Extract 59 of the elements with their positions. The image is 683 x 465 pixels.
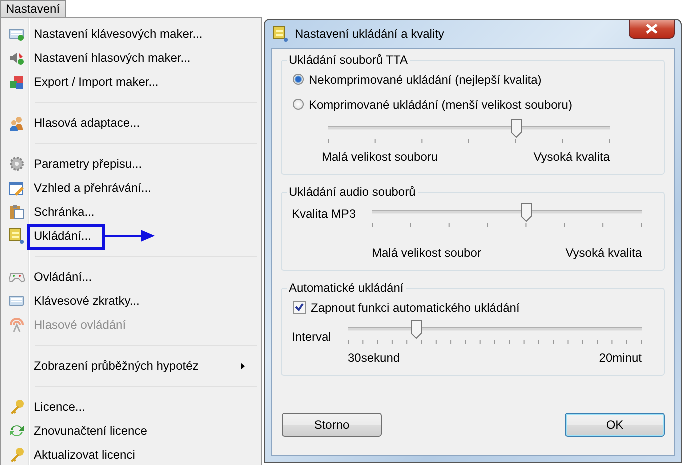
menu-button[interactable]: Nastavení bbox=[0, 0, 66, 17]
menu-item[interactable]: Ukládání... bbox=[3, 224, 259, 248]
gamepad-icon bbox=[9, 271, 25, 283]
menu-item[interactable]: Zobrazení průběžných hypotéz bbox=[3, 354, 259, 378]
group-title: Automatické ukládání bbox=[288, 281, 405, 295]
cubes-icon bbox=[9, 74, 25, 90]
keyboard-icon bbox=[9, 294, 25, 308]
keyboard-icon bbox=[9, 27, 25, 41]
menu-item[interactable]: Hlasová adaptace... bbox=[3, 111, 259, 135]
menu-item[interactable]: Ovládání... bbox=[3, 265, 259, 289]
checkbox-label: Zapnout funkci automatického ukládání bbox=[311, 300, 520, 314]
menu-item[interactable]: Nastavení klávesových maker... bbox=[3, 22, 259, 46]
save-icon bbox=[273, 26, 289, 42]
slider-thumb[interactable] bbox=[521, 203, 532, 222]
window-title: Nastavení ukládání a kvality bbox=[295, 27, 444, 41]
close-button[interactable] bbox=[629, 20, 675, 39]
slider-thumb[interactable] bbox=[511, 119, 522, 138]
key-icon bbox=[9, 399, 25, 415]
min-label: Malá velikost souboru bbox=[322, 150, 438, 164]
menu-item[interactable]: Znovunačtení licence bbox=[3, 419, 259, 443]
max-label: Vysoká kvalita bbox=[534, 150, 610, 164]
radio-button[interactable] bbox=[293, 99, 304, 110]
menu-item[interactable]: Export / Import maker... bbox=[3, 70, 259, 94]
dialog-button[interactable]: Storno bbox=[282, 413, 382, 437]
window-pencil-icon bbox=[9, 180, 25, 196]
clipboard-icon bbox=[9, 204, 25, 220]
dialog-button[interactable]: OK bbox=[565, 413, 665, 437]
checkbox[interactable] bbox=[293, 301, 306, 314]
menu-item[interactable]: Parametry přepisu... bbox=[3, 152, 259, 176]
arrow-icon bbox=[105, 230, 155, 242]
refresh-icon bbox=[9, 424, 25, 438]
option-label: Nekomprimované ukládání (nejlepší kvalita) bbox=[309, 72, 542, 86]
menu-item[interactable]: Nastavení hlasových maker... bbox=[3, 46, 259, 70]
slider-label: Kvalita MP3 bbox=[292, 206, 358, 223]
min-label: 30sekund bbox=[348, 351, 400, 365]
menu-item[interactable]: Aktualizovat licenci bbox=[3, 443, 259, 465]
group-title: Ukládání audio souborů bbox=[288, 185, 417, 199]
checkbox-option[interactable]: Zapnout funkci automatického ukládání bbox=[293, 295, 654, 320]
menu-item[interactable]: Licence... bbox=[3, 395, 259, 419]
radio-option[interactable]: Nekomprimované ukládání (nejlepší kvalita) bbox=[293, 67, 654, 92]
antenna-icon bbox=[9, 317, 25, 333]
max-label: 20minut bbox=[599, 351, 642, 365]
radio-option[interactable]: Komprimované ukládání (menší velikost souboru) bbox=[293, 92, 654, 117]
menu-item[interactable]: Schránka... bbox=[3, 200, 259, 224]
menu-item[interactable]: Klávesové zkratky... bbox=[3, 289, 259, 313]
min-label: Malá velikost soubor bbox=[372, 246, 482, 260]
speaker-icon bbox=[9, 51, 25, 65]
save-icon bbox=[9, 228, 25, 244]
radio-button[interactable] bbox=[293, 74, 304, 85]
gear-icon bbox=[9, 156, 25, 172]
option-label: Komprimované ukládání (menší velikost souboru) bbox=[309, 98, 572, 112]
menu-item[interactable]: Vzhled a přehrávání... bbox=[3, 176, 259, 200]
group-title: Ukládání souborů TTA bbox=[288, 53, 409, 67]
key-icon bbox=[9, 447, 25, 463]
slider-label: Interval bbox=[292, 329, 332, 346]
close-icon bbox=[646, 24, 658, 34]
people-icon bbox=[9, 116, 25, 130]
max-label: Vysoká kvalita bbox=[566, 246, 642, 260]
slider-thumb[interactable] bbox=[410, 320, 422, 339]
